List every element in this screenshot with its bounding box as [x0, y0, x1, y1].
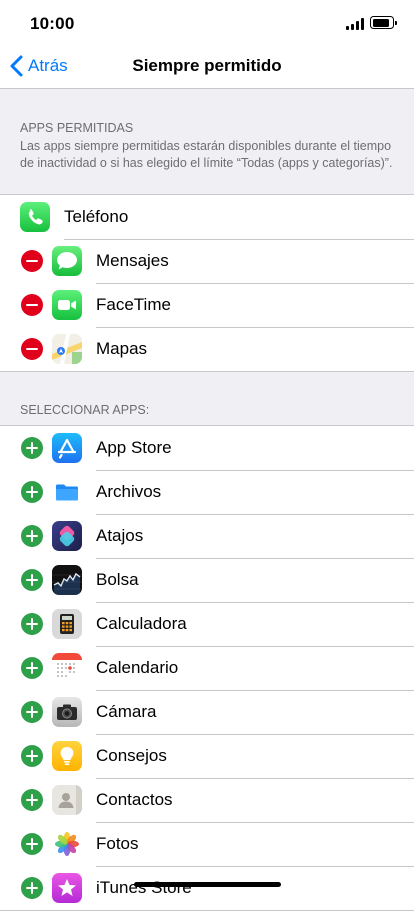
choose-app-row-fotos: Fotos — [0, 822, 414, 866]
choose-app-row-contactos: Contactos — [0, 778, 414, 822]
contacts-icon — [52, 785, 82, 815]
home-indicator — [134, 882, 281, 887]
app-label: Calculadora — [96, 614, 187, 633]
choose-app-row-itunes-store: iTunes Store — [0, 866, 414, 910]
files-icon — [52, 477, 82, 507]
allowed-apps-title: APPS PERMITIDAS — [20, 121, 134, 135]
allowed-apps-list: Teléfono Mensajes FaceTime Mapas — [0, 194, 414, 372]
choose-app-row-calendario: Calendario — [0, 646, 414, 690]
remove-mensajes-button[interactable] — [21, 250, 43, 272]
app-store-icon — [52, 433, 82, 463]
choose-app-row-bolsa: Bolsa — [0, 558, 414, 602]
add-bolsa-button[interactable] — [21, 569, 43, 591]
add-camara-button[interactable] — [21, 701, 43, 723]
navigation-bar: Atrás Siempre permitido — [0, 44, 414, 89]
add-atajos-button[interactable] — [21, 525, 43, 547]
app-label: iTunes Store — [96, 878, 192, 897]
choose-app-row-app-store: App Store — [0, 426, 414, 470]
remove-facetime-button[interactable] — [21, 294, 43, 316]
status-time: 10:00 — [30, 14, 75, 33]
maps-icon — [52, 334, 82, 364]
add-fotos-button[interactable] — [21, 833, 43, 855]
choose-apps-list: App Store Archivos Atajos Bolsa Calculadora C… — [0, 425, 414, 911]
choose-app-row-archivos: Archivos — [0, 470, 414, 514]
allowed-apps-description: Las apps siempre permitidas estarán disp… — [20, 139, 393, 170]
app-label: FaceTime — [96, 295, 171, 314]
status-bar: 10:00 — [0, 0, 414, 44]
app-label: Teléfono — [64, 207, 129, 226]
allowed-app-row-mensajes: Mensajes — [0, 239, 414, 283]
choose-app-row-atajos: Atajos — [0, 514, 414, 558]
remove-mapas-button[interactable] — [21, 338, 43, 360]
choose-apps-header: SELECCIONAR APPS: — [20, 402, 400, 419]
app-label: Atajos — [96, 526, 144, 545]
add-archivos-button[interactable] — [21, 481, 43, 503]
app-label: Bolsa — [96, 570, 139, 589]
app-label: App Store — [96, 438, 172, 457]
add-contactos-button[interactable] — [21, 789, 43, 811]
battery-level — [372, 18, 389, 27]
chevron-left-icon — [10, 55, 23, 77]
allowed-apps-header: APPS PERMITIDAS Las apps siempre permiti… — [20, 120, 400, 172]
back-button[interactable]: Atrás — [10, 44, 68, 88]
camera-icon — [52, 697, 82, 727]
app-label: Calendario — [96, 658, 179, 677]
messages-icon — [52, 246, 82, 276]
calendar-icon — [52, 653, 82, 683]
stocks-icon — [52, 565, 82, 595]
allowed-app-row-mapas: Mapas — [0, 327, 414, 371]
app-label: Consejos — [96, 746, 167, 765]
allowed-app-row-facetime: FaceTime — [0, 283, 414, 327]
allowed-app-row-telefono: Teléfono — [0, 195, 414, 239]
cellular-signal-icon — [346, 17, 366, 30]
app-label: Archivos — [96, 482, 162, 501]
choose-app-row-calculadora: Calculadora — [0, 602, 414, 646]
add-calculadora-button[interactable] — [21, 613, 43, 635]
choose-app-row-consejos: Consejos — [0, 734, 414, 778]
photos-icon — [52, 829, 82, 859]
itunes-store-icon — [52, 873, 82, 903]
add-app-store-button[interactable] — [21, 437, 43, 459]
shortcuts-icon — [52, 521, 82, 551]
app-label: Fotos — [96, 834, 139, 853]
back-button-label: Atrás — [28, 56, 68, 75]
choose-app-row-camara: Cámara — [0, 690, 414, 734]
add-calendario-button[interactable] — [21, 657, 43, 679]
battery-icon — [370, 16, 397, 29]
app-label: Mapas — [96, 339, 148, 358]
app-label: Mensajes — [96, 251, 169, 270]
tips-icon — [52, 741, 82, 771]
calculator-icon — [52, 609, 82, 639]
add-consejos-button[interactable] — [21, 745, 43, 767]
app-label: Cámara — [96, 702, 157, 721]
phone-icon — [20, 202, 50, 232]
choose-apps-title: SELECCIONAR APPS: — [20, 403, 150, 417]
facetime-icon — [52, 290, 82, 320]
app-label: Contactos — [96, 790, 173, 809]
